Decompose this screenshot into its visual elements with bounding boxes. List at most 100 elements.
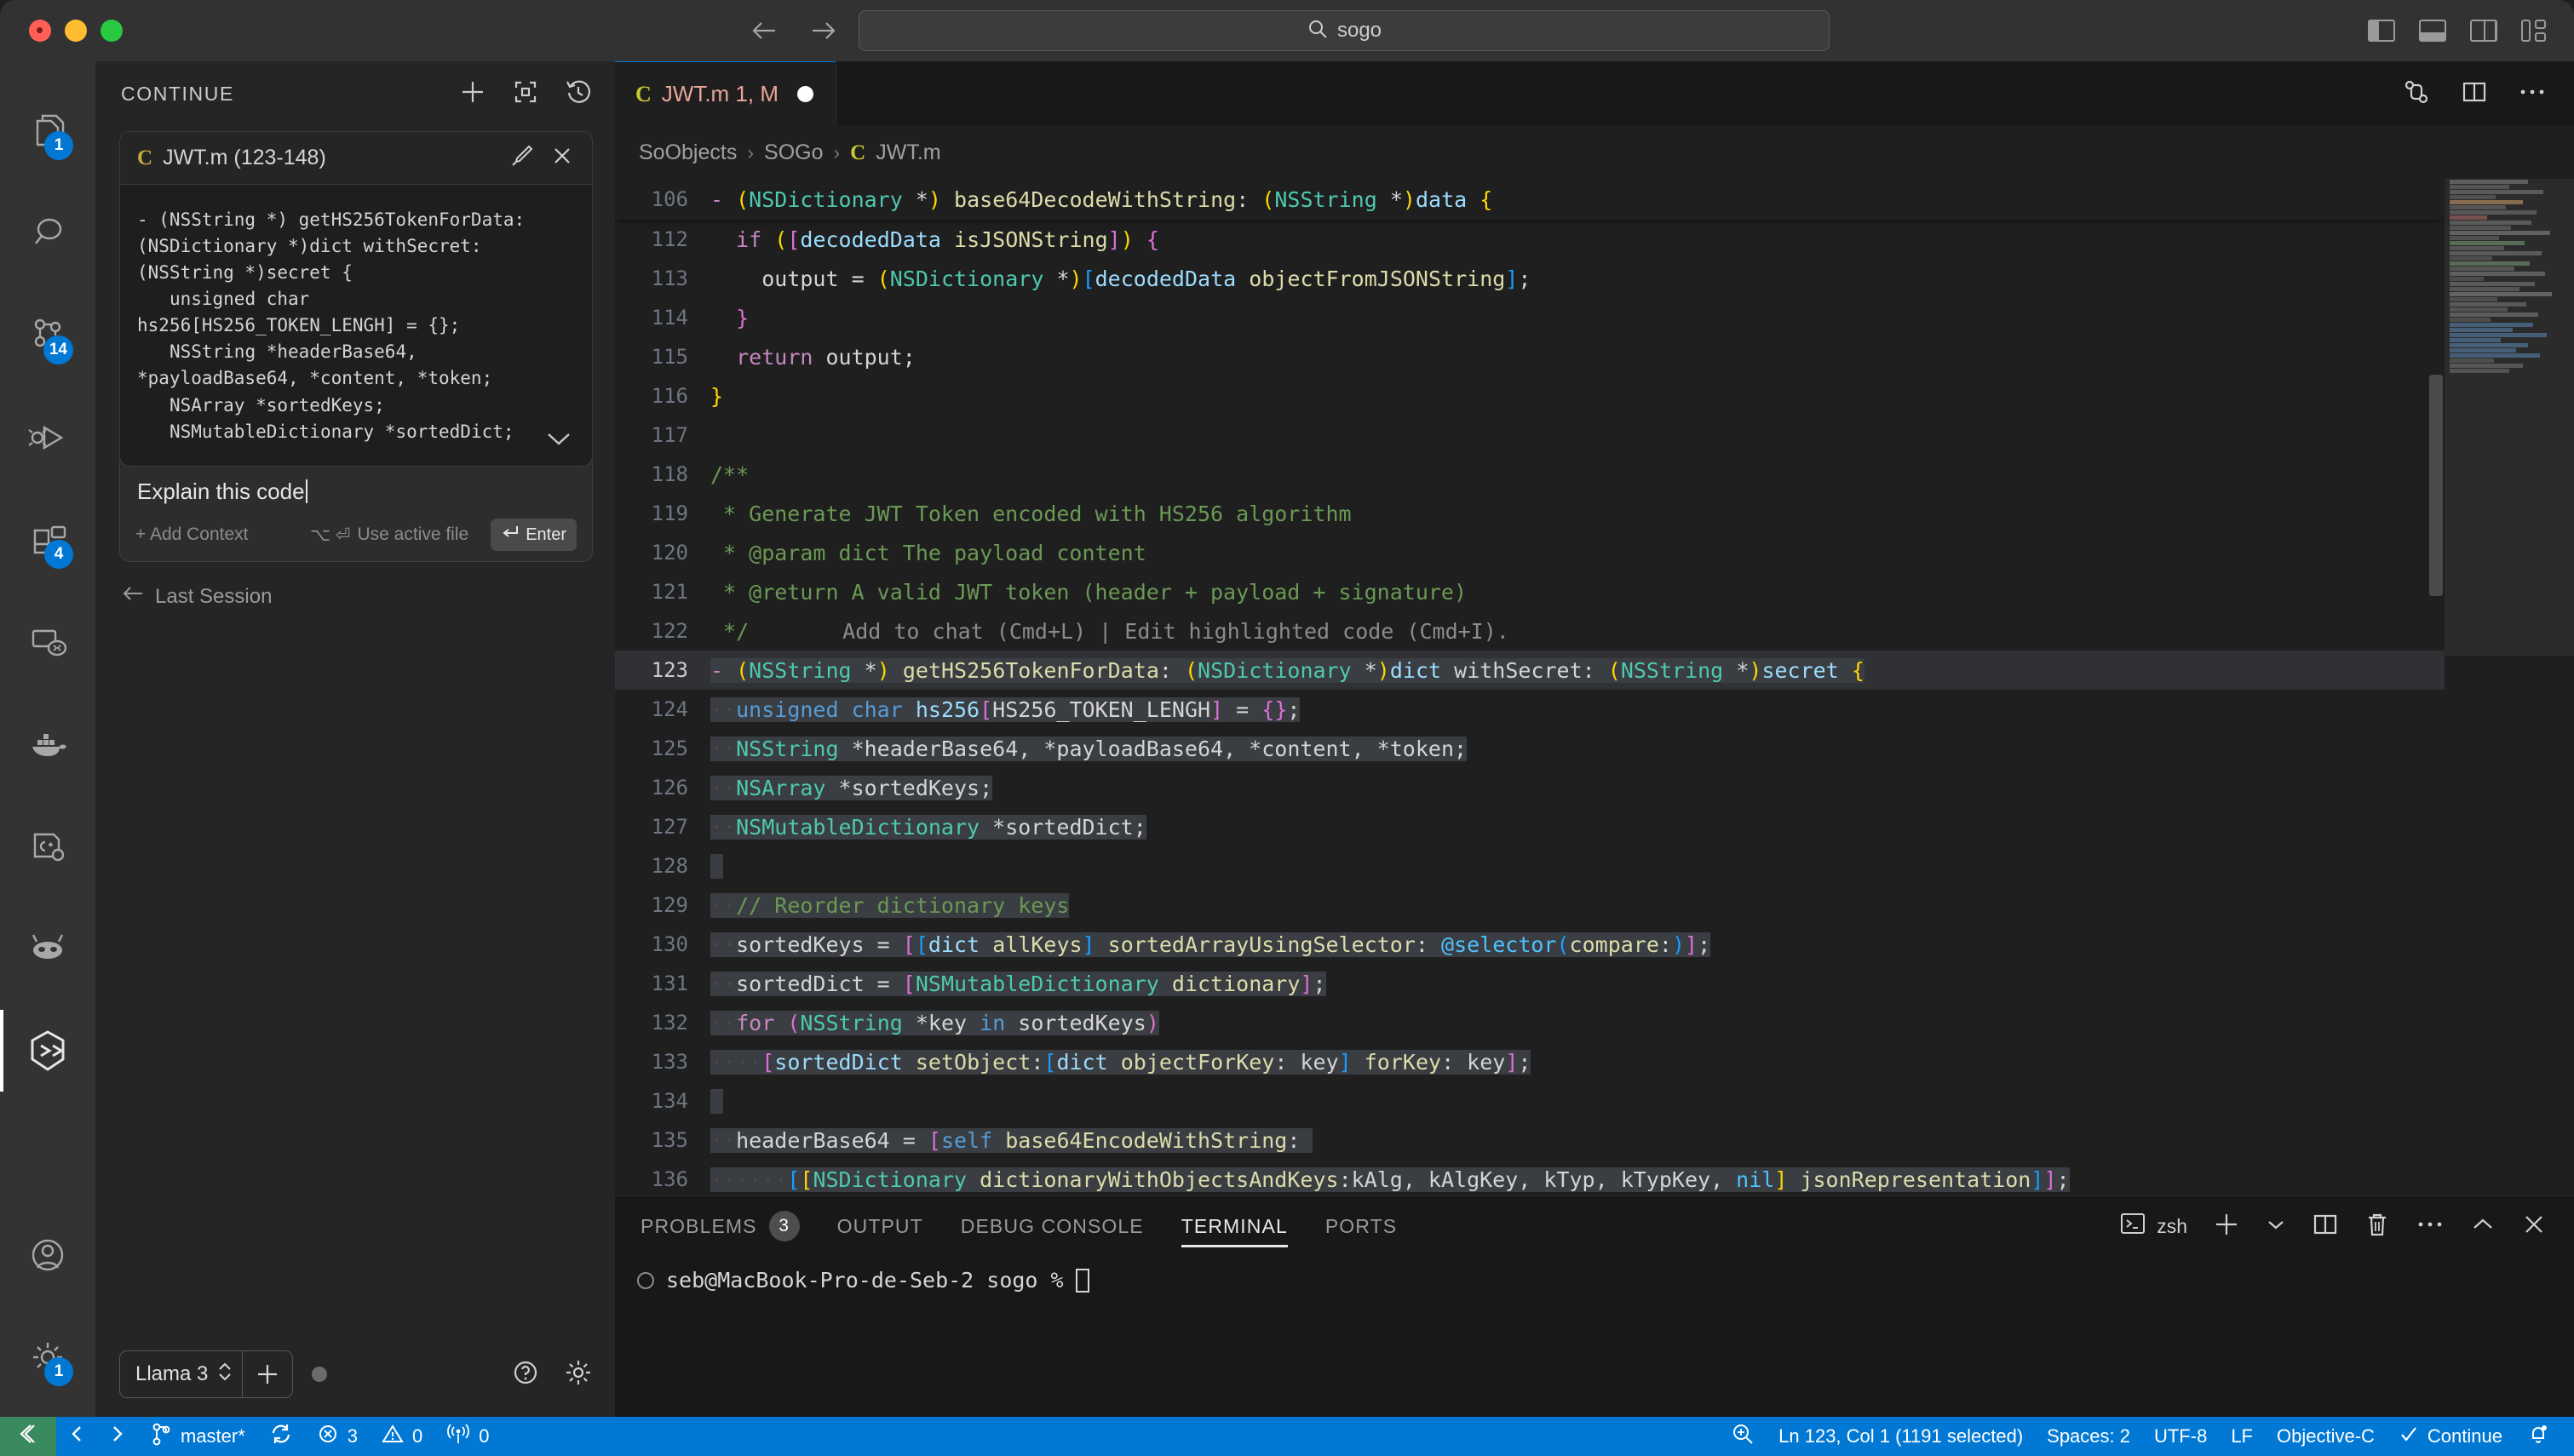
status-ports[interactable]: 0 — [434, 1417, 501, 1456]
status-language-mode[interactable]: Objective-C — [2265, 1417, 2387, 1456]
toggle-secondary-sidebar-button[interactable] — [2470, 20, 2497, 42]
status-zoom[interactable] — [1719, 1417, 1767, 1456]
status-eol[interactable]: LF — [2219, 1417, 2265, 1456]
code-line-123[interactable]: 123 - (NSString *) getHS256TokenForData:… — [615, 651, 2445, 690]
chevron-down-icon[interactable] — [544, 429, 573, 452]
last-session-button[interactable]: Last Session — [95, 562, 615, 609]
sticky-scroll-line[interactable]: 106 - (NSDictionary *) base64DecodeWithS… — [615, 179, 2445, 220]
sidebar-item-testing-robot[interactable] — [0, 897, 95, 1000]
tab-debug-console[interactable]: DEBUG CONSOLE — [961, 1196, 1144, 1256]
status-sync[interactable] — [257, 1417, 305, 1456]
question-circle-icon[interactable] — [511, 1358, 540, 1391]
send-enter-button[interactable]: Enter — [491, 519, 577, 551]
maximize-window-button[interactable] — [101, 20, 123, 42]
add-context-button[interactable]: + Add Context — [135, 525, 249, 545]
fullscreen-icon[interactable] — [511, 77, 540, 111]
code-line-121[interactable]: 121 * @return A valid JWT token (header … — [615, 572, 2445, 611]
plus-icon[interactable] — [458, 77, 487, 111]
code-line-119[interactable]: 119 * Generate JWT Token encoded with HS… — [615, 494, 2445, 533]
arrow-left-icon[interactable] — [750, 18, 779, 43]
split-icon[interactable] — [2312, 1212, 2339, 1241]
manage-settings-button[interactable]: 1 — [0, 1306, 95, 1408]
terminal-content[interactable]: seb@MacBook-Pro-de-Seb-2 sogo % — [615, 1256, 2574, 1293]
editor-vertical-scrollbar[interactable] — [2427, 179, 2445, 1195]
breadcrumb-item-2[interactable]: JWT.m — [876, 140, 940, 165]
status-notifications[interactable] — [2514, 1417, 2562, 1456]
code-line-132[interactable]: 132 ··for (NSString *key in sortedKeys) — [615, 1003, 2445, 1042]
code-line-118[interactable]: 118 /** — [615, 455, 2445, 494]
tab-output[interactable]: OUTPUT — [837, 1196, 923, 1256]
sidebar-item-source-control[interactable]: 14 — [0, 284, 95, 387]
customize-layout-button[interactable] — [2521, 20, 2548, 42]
toggle-panel-button[interactable] — [2419, 20, 2446, 42]
git-compare-icon[interactable] — [2402, 77, 2431, 111]
code-line-127[interactable]: 127 ··NSMutableDictionary *sortedDict; — [615, 807, 2445, 846]
code-line-120[interactable]: 120 * @param dict The payload content — [615, 533, 2445, 572]
close-icon[interactable] — [2521, 1212, 2547, 1241]
breadcrumb-item-1[interactable]: SOGo — [764, 140, 823, 165]
command-center-search[interactable]: sogo — [859, 10, 1830, 51]
sidebar-item-docker[interactable] — [0, 693, 95, 795]
code-line-136[interactable]: 136 ······[[NSDictionary dictionaryWithO… — [615, 1160, 2445, 1195]
tab-jwt-m[interactable]: C JWT.m 1, M — [615, 61, 836, 126]
use-active-file-button[interactable]: ⌥ ⏎ Use active file — [310, 525, 468, 546]
terminal-shell-selector[interactable]: zsh — [2119, 1211, 2187, 1241]
code-line-125[interactable]: 125 ··NSString *headerBase64, *payloadBa… — [615, 729, 2445, 768]
code-line-114[interactable]: 114 } — [615, 298, 2445, 337]
unsaved-dot-icon[interactable] — [797, 86, 813, 102]
status-errors[interactable]: 3 — [305, 1417, 370, 1456]
code-line-126[interactable]: 126 ··NSArray *sortedKeys; — [615, 768, 2445, 807]
chevron-up-icon[interactable] — [2470, 1216, 2496, 1237]
model-select-button[interactable]: Llama 3 — [120, 1359, 242, 1390]
history-icon[interactable] — [564, 77, 593, 111]
code-line-117[interactable]: 117 — [615, 416, 2445, 455]
status-continue[interactable]: Continue — [2387, 1417, 2514, 1456]
code-line-134[interactable]: 134 — [615, 1081, 2445, 1121]
plus-icon[interactable] — [2213, 1211, 2240, 1242]
editor-minimap[interactable] — [2445, 179, 2574, 1195]
status-nav-forward[interactable] — [97, 1417, 138, 1456]
code-line-131[interactable]: 131 ··sortedDict = [NSMutableDictionary … — [615, 964, 2445, 1003]
sidebar-item-extensions[interactable]: 4 — [0, 489, 95, 591]
breadcrumb-item-0[interactable]: SoObjects — [639, 140, 737, 165]
code-line-130[interactable]: 130 ··sortedKeys = [[dict allKeys] sorte… — [615, 925, 2445, 964]
toggle-primary-sidebar-button[interactable] — [2368, 20, 2395, 42]
code-editor[interactable]: 106 - (NSDictionary *) base64DecodeWithS… — [615, 179, 2574, 1195]
close-window-button[interactable] — [29, 20, 51, 42]
tab-problems[interactable]: PROBLEMS 3 — [641, 1196, 800, 1256]
code-line-122[interactable]: 122 */ Add to chat (Cmd+L) | Edit highli… — [615, 611, 2445, 651]
code-line-133[interactable]: 133 ····[sortedDict setObject:[dict obje… — [615, 1042, 2445, 1081]
add-model-button[interactable] — [243, 1361, 292, 1387]
split-editor-icon[interactable] — [2460, 77, 2489, 111]
status-warnings[interactable]: 0 — [370, 1417, 434, 1456]
code-scroll-area[interactable]: 106 - (NSDictionary *) base64DecodeWithS… — [615, 179, 2445, 1195]
gear-icon[interactable] — [564, 1358, 593, 1391]
code-line-112[interactable]: 112 if ([decodedData isJSONString]) { — [615, 220, 2445, 259]
code-line-129[interactable]: 129 ··// Reorder dictionary keys — [615, 886, 2445, 925]
sidebar-item-run-and-debug[interactable] — [0, 387, 95, 489]
arrow-right-icon[interactable] — [809, 18, 838, 43]
remote-indicator[interactable] — [0, 1417, 56, 1456]
status-indentation[interactable]: Spaces: 2 — [2035, 1417, 2142, 1456]
chevron-down-icon[interactable] — [2266, 1217, 2286, 1236]
code-line-135[interactable]: 135 ··headerBase64 = [self base64EncodeW… — [615, 1121, 2445, 1160]
tab-terminal[interactable]: TERMINAL — [1181, 1196, 1288, 1256]
chat-input-box[interactable]: Explain this code + Add Context ⌥ ⏎ Use … — [119, 460, 593, 562]
status-cursor-position[interactable]: Ln 123, Col 1 (1191 selected) — [1767, 1417, 2035, 1456]
close-icon[interactable] — [549, 143, 575, 173]
ellipsis-icon[interactable] — [2518, 86, 2547, 101]
sidebar-item-explorer[interactable]: 1 — [0, 80, 95, 182]
sidebar-item-search[interactable] — [0, 182, 95, 284]
tab-ports[interactable]: PORTS — [1325, 1196, 1397, 1256]
minimize-window-button[interactable] — [65, 20, 87, 42]
status-branch[interactable]: master* — [138, 1417, 257, 1456]
sidebar-item-continue[interactable] — [0, 1000, 95, 1102]
code-line-116[interactable]: 116 } — [615, 376, 2445, 416]
sidebar-item-remote-explorer[interactable] — [0, 591, 95, 693]
code-line-124[interactable]: 124 ··unsigned char hs256[HS256_TOKEN_LE… — [615, 690, 2445, 729]
ellipsis-icon[interactable] — [2416, 1218, 2445, 1234]
status-encoding[interactable]: UTF-8 — [2142, 1417, 2219, 1456]
sidebar-item-cmake-tools[interactable] — [0, 795, 95, 897]
inline-code-lens-hint[interactable]: Add to chat (Cmd+L) | Edit highlighted c… — [842, 619, 1509, 644]
accounts-button[interactable] — [0, 1204, 95, 1306]
